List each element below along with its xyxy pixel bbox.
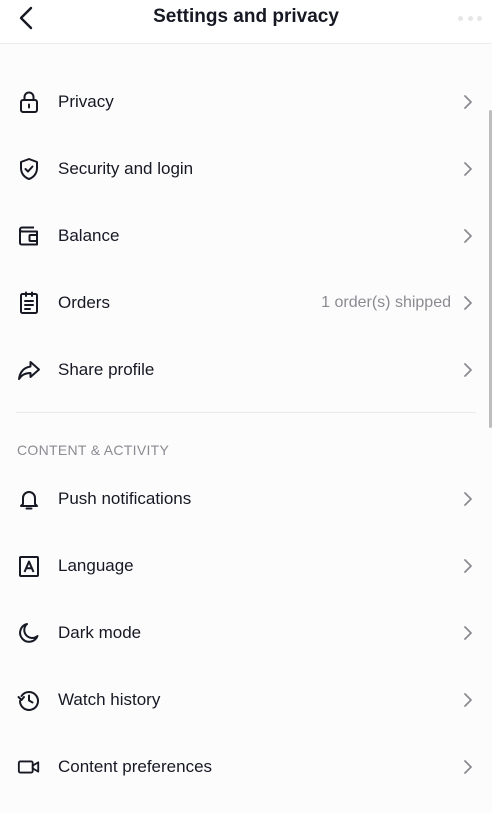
orders-label: Orders <box>58 293 110 312</box>
chevron-right-icon <box>462 491 474 507</box>
chevron-right-icon <box>462 94 474 110</box>
chevron-right-icon <box>462 625 474 641</box>
chevron-right-icon <box>462 362 474 378</box>
chevron-right-icon <box>462 295 474 311</box>
lock-icon <box>17 90 41 114</box>
chevron-right-icon <box>462 692 474 708</box>
language-icon <box>17 554 41 578</box>
video-camera-icon <box>17 755 41 779</box>
wallet-icon <box>17 224 41 248</box>
security-login-row[interactable]: Security and login <box>0 135 492 202</box>
watch-history-label: Watch history <box>58 690 161 709</box>
share-profile-row[interactable]: Share profile <box>0 336 492 403</box>
chevron-right-icon <box>462 759 474 775</box>
more-options-icon[interactable] <box>458 14 482 22</box>
section-divider <box>16 412 476 413</box>
chevron-right-icon <box>462 161 474 177</box>
shield-icon <box>17 157 41 181</box>
header-bar: Settings and privacy <box>0 0 492 44</box>
bell-icon <box>17 487 41 511</box>
settings-screen: Settings and privacy Privacy Security an… <box>0 0 492 813</box>
chevron-right-icon <box>462 558 474 574</box>
moon-icon <box>17 621 41 645</box>
content-preferences-label: Content preferences <box>58 757 213 776</box>
dark-mode-row[interactable]: Dark mode <box>0 599 492 666</box>
balance-row[interactable]: Balance <box>0 202 492 269</box>
balance-label: Balance <box>58 226 120 245</box>
share-profile-label: Share profile <box>58 360 155 379</box>
push-notifications-label: Push notifications <box>58 489 192 508</box>
watch-history-row[interactable]: Watch history <box>0 666 492 733</box>
privacy-label: Privacy <box>58 92 114 111</box>
privacy-row[interactable]: Privacy <box>0 68 492 135</box>
security-login-label: Security and login <box>58 159 194 178</box>
content-preferences-row[interactable]: Content preferences <box>0 733 492 800</box>
page-title: Settings and privacy <box>153 6 339 27</box>
push-notifications-row[interactable]: Push notifications <box>0 465 492 532</box>
orders-status: 1 order(s) shipped <box>321 294 451 311</box>
section-title-content-activity: CONTENT & ACTIVITY <box>17 442 170 458</box>
language-row[interactable]: Language <box>0 532 492 599</box>
share-icon <box>17 358 41 382</box>
history-icon <box>17 688 41 712</box>
language-label: Language <box>58 556 134 575</box>
clipboard-icon <box>17 291 41 315</box>
dark-mode-label: Dark mode <box>58 623 142 642</box>
chevron-right-icon <box>462 228 474 244</box>
orders-row[interactable]: Orders 1 order(s) shipped <box>0 269 492 336</box>
